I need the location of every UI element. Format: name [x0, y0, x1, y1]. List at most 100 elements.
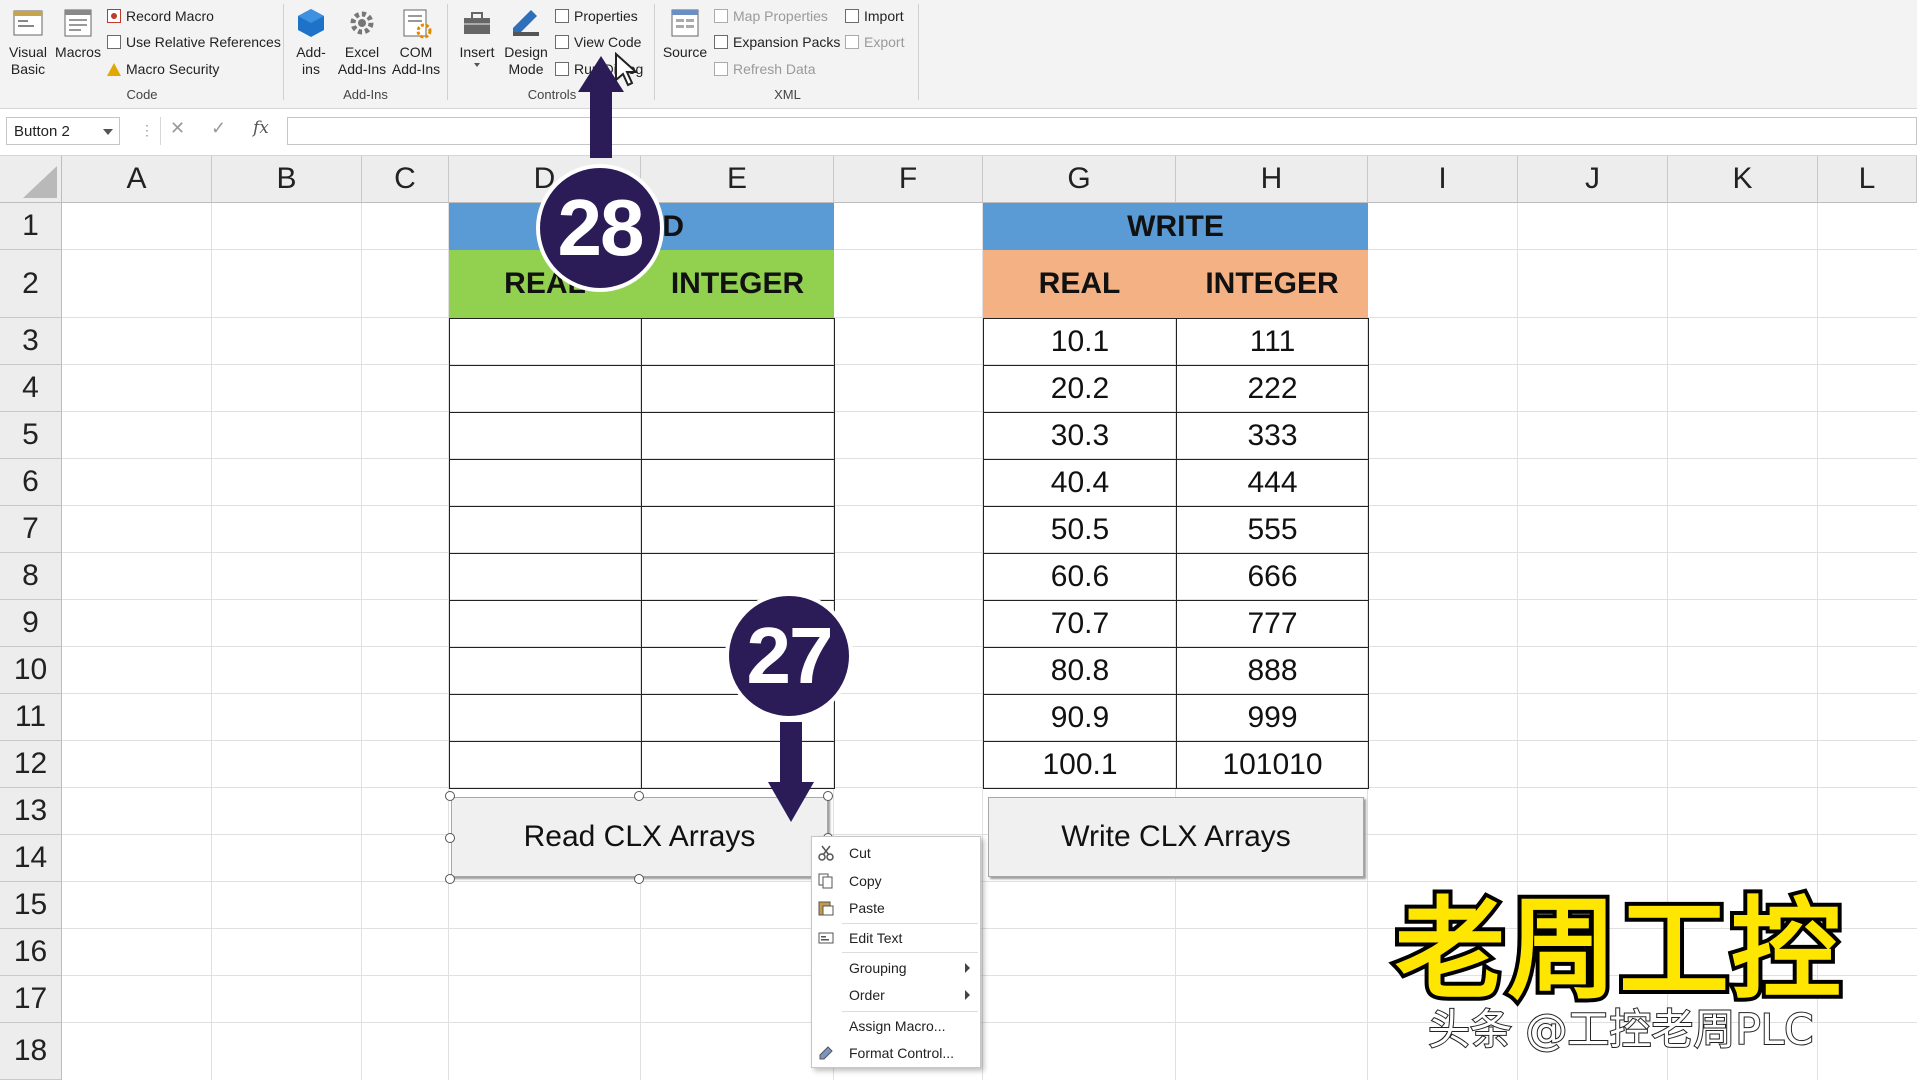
read-real-cell[interactable]: [449, 412, 642, 460]
com-addins-button[interactable]: COM Add-Ins: [390, 6, 442, 78]
write-integer-cell[interactable]: 666: [1176, 553, 1369, 601]
column-header-i[interactable]: I: [1368, 156, 1518, 203]
row-header-7[interactable]: 7: [0, 506, 62, 553]
write-integer-cell[interactable]: 888: [1176, 647, 1369, 695]
row-header-17[interactable]: 17: [0, 976, 62, 1023]
name-box[interactable]: Button 2: [6, 117, 120, 145]
record-macro-button[interactable]: Record Macro: [107, 5, 214, 27]
select-all-button[interactable]: [0, 156, 62, 203]
row-header-12[interactable]: 12: [0, 741, 62, 788]
write-integer-header[interactable]: INTEGER: [1176, 250, 1368, 318]
column-header-a[interactable]: A: [62, 156, 212, 203]
write-real-cell[interactable]: 60.6: [983, 553, 1177, 601]
resize-handle[interactable]: [445, 833, 455, 843]
addins-button[interactable]: Add- ins: [288, 6, 334, 78]
export-button[interactable]: Export: [845, 31, 904, 53]
column-header-k[interactable]: K: [1668, 156, 1818, 203]
row-header-8[interactable]: 8: [0, 553, 62, 600]
menu-item-format-control[interactable]: Format Control...: [812, 1041, 980, 1065]
read-real-cell[interactable]: [449, 600, 642, 648]
view-code-button[interactable]: View Code: [555, 31, 641, 53]
menu-item-edit-text[interactable]: Edit Text: [812, 926, 980, 950]
visual-basic-button[interactable]: Visual Basic: [4, 6, 52, 78]
resize-handle[interactable]: [823, 791, 833, 801]
formula-input[interactable]: [287, 117, 1917, 145]
menu-item-copy[interactable]: Copy: [812, 869, 980, 893]
read-real-cell[interactable]: [449, 741, 642, 789]
write-integer-cell[interactable]: 101010: [1176, 741, 1369, 789]
column-header-f[interactable]: F: [834, 156, 983, 203]
macros-button[interactable]: Macros: [53, 6, 103, 61]
row-header-15[interactable]: 15: [0, 882, 62, 929]
read-real-cell[interactable]: [449, 694, 642, 742]
macro-security-button[interactable]: Macro Security: [107, 58, 219, 80]
column-header-c[interactable]: C: [362, 156, 449, 203]
write-integer-cell[interactable]: 333: [1176, 412, 1369, 460]
enter-icon[interactable]: ✓: [211, 118, 226, 139]
write-real-cell[interactable]: 100.1: [983, 741, 1177, 789]
read-real-cell[interactable]: [449, 553, 642, 601]
resize-handle[interactable]: [634, 791, 644, 801]
column-header-j[interactable]: J: [1518, 156, 1668, 203]
write-integer-cell[interactable]: 444: [1176, 459, 1369, 507]
column-header-g[interactable]: G: [983, 156, 1176, 203]
write-real-cell[interactable]: 20.2: [983, 365, 1177, 413]
column-header-b[interactable]: B: [212, 156, 362, 203]
cancel-icon[interactable]: ✕: [170, 118, 185, 139]
insert-function-icon[interactable]: fx: [253, 118, 269, 138]
column-header-e[interactable]: E: [641, 156, 834, 203]
import-button[interactable]: Import: [845, 5, 904, 27]
row-header-11[interactable]: 11: [0, 694, 62, 741]
row-header-10[interactable]: 10: [0, 647, 62, 694]
write-integer-cell[interactable]: 222: [1176, 365, 1369, 413]
row-header-18[interactable]: 18: [0, 1023, 62, 1080]
read-integer-header[interactable]: INTEGER: [641, 250, 834, 318]
menu-item-order[interactable]: Order: [812, 983, 980, 1007]
write-table-title[interactable]: WRITE: [983, 203, 1368, 250]
row-header-3[interactable]: 3: [0, 318, 62, 365]
read-integer-cell[interactable]: [641, 318, 835, 366]
write-integer-cell[interactable]: 777: [1176, 600, 1369, 648]
menu-item-paste[interactable]: Paste: [812, 896, 980, 920]
menu-item-grouping[interactable]: Grouping: [812, 956, 980, 980]
read-real-cell[interactable]: [449, 506, 642, 554]
row-header-13[interactable]: 13: [0, 788, 62, 835]
read-real-cell[interactable]: [449, 365, 642, 413]
write-integer-cell[interactable]: 999: [1176, 694, 1369, 742]
properties-button[interactable]: Properties: [555, 5, 638, 27]
design-mode-button[interactable]: Design Mode: [502, 6, 550, 78]
row-header-14[interactable]: 14: [0, 835, 62, 882]
read-real-cell[interactable]: [449, 318, 642, 366]
read-integer-cell[interactable]: [641, 365, 835, 413]
row-header-6[interactable]: 6: [0, 459, 62, 506]
row-header-16[interactable]: 16: [0, 929, 62, 976]
map-properties-button[interactable]: Map Properties: [714, 5, 828, 27]
read-real-cell[interactable]: [449, 647, 642, 695]
chevron-down-icon[interactable]: [103, 129, 113, 135]
write-real-cell[interactable]: 70.7: [983, 600, 1177, 648]
write-real-cell[interactable]: 50.5: [983, 506, 1177, 554]
write-integer-cell[interactable]: 555: [1176, 506, 1369, 554]
row-header-4[interactable]: 4: [0, 365, 62, 412]
resize-handle[interactable]: [634, 874, 644, 884]
write-real-cell[interactable]: 90.9: [983, 694, 1177, 742]
resize-handle[interactable]: [445, 791, 455, 801]
read-integer-cell[interactable]: [641, 412, 835, 460]
read-real-cell[interactable]: [449, 459, 642, 507]
resize-handle[interactable]: [445, 874, 455, 884]
row-header-5[interactable]: 5: [0, 412, 62, 459]
write-real-cell[interactable]: 30.3: [983, 412, 1177, 460]
insert-control-button[interactable]: Insert: [453, 6, 501, 67]
row-header-2[interactable]: 2: [0, 250, 62, 318]
menu-item-cut[interactable]: Cut: [812, 841, 980, 865]
read-integer-cell[interactable]: [641, 506, 835, 554]
write-real-cell[interactable]: 10.1: [983, 318, 1177, 366]
write-clx-arrays-button[interactable]: Write CLX Arrays: [988, 797, 1364, 877]
row-header-9[interactable]: 9: [0, 600, 62, 647]
row-header-1[interactable]: 1: [0, 203, 62, 250]
column-header-h[interactable]: H: [1176, 156, 1368, 203]
source-button[interactable]: Source: [660, 6, 710, 61]
expansion-packs-button[interactable]: Expansion Packs: [714, 31, 840, 53]
column-header-l[interactable]: L: [1818, 156, 1917, 203]
write-real-cell[interactable]: 80.8: [983, 647, 1177, 695]
